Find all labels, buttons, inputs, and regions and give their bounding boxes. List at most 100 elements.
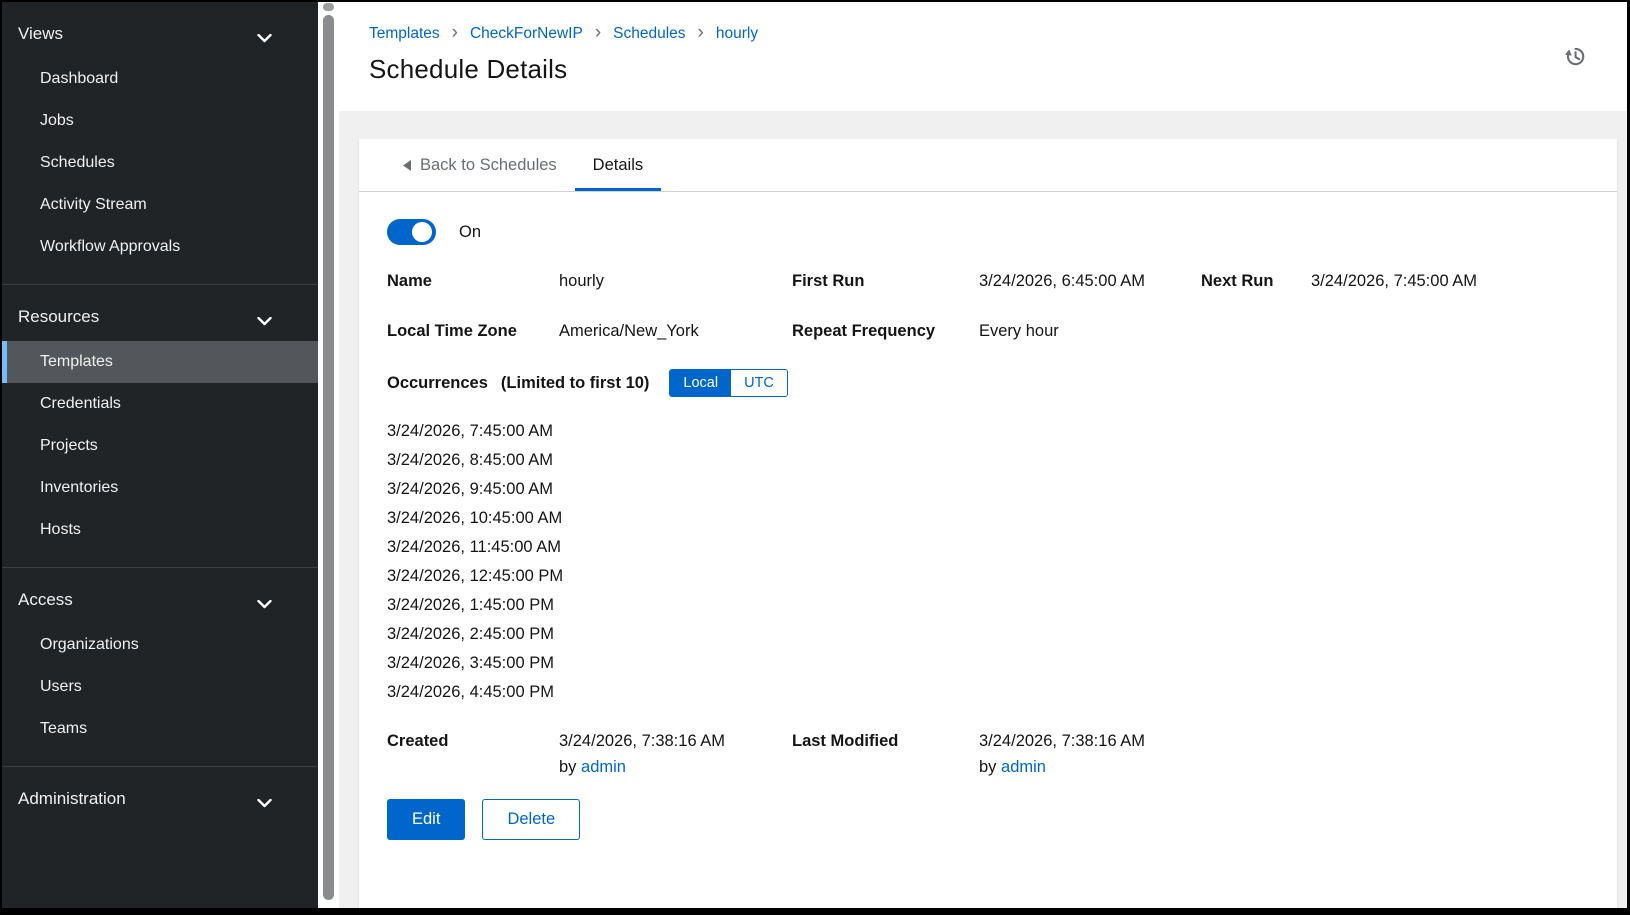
repeat-frequency-value: Every hour	[979, 322, 1589, 341]
nav-group-views-label: Views	[18, 24, 63, 43]
occurrences-label: Occurrences	[387, 374, 488, 393]
chevron-down-icon	[257, 28, 272, 48]
nav-section-resources: Resources Templates Credentials Projects…	[2, 285, 318, 568]
occurrence-item: 3/24/2026, 9:45:00 AM	[387, 475, 1589, 504]
nav-group-views[interactable]: Views	[2, 8, 318, 58]
nav-group-administration[interactable]: Administration	[2, 773, 318, 823]
page-title: Schedule Details	[369, 54, 1603, 85]
nav-group-administration-label: Administration	[18, 789, 126, 808]
next-run-label: Next Run	[1201, 272, 1311, 291]
breadcrumb: Templates › CheckForNewIP › Schedules › …	[369, 24, 1603, 43]
tab-details[interactable]: Details	[575, 139, 661, 191]
occurrence-item: 3/24/2026, 7:45:00 AM	[387, 417, 1589, 446]
nav-section-administration: Administration	[2, 767, 318, 839]
last-modified-datetime: 3/24/2026, 7:38:16 AM	[979, 732, 1145, 750]
sidebar-item-organizations[interactable]: Organizations	[2, 624, 318, 666]
sidebar-item-projects[interactable]: Projects	[2, 425, 318, 467]
history-icon[interactable]	[1563, 44, 1587, 68]
app-window: Views Dashboard Jobs Schedules Activity …	[2, 2, 1627, 908]
occurrence-item: 3/24/2026, 3:45:00 PM	[387, 649, 1589, 678]
local-time-button[interactable]: Local	[670, 370, 731, 396]
details-grid: Name hourly First Run 3/24/2026, 6:45:00…	[387, 272, 1589, 341]
scrollbar-top-nub[interactable]	[323, 3, 334, 11]
occurrences-list: 3/24/2026, 7:45:00 AM 3/24/2026, 8:45:00…	[387, 417, 1589, 707]
sidebar-item-workflow-approvals[interactable]: Workflow Approvals	[2, 226, 318, 268]
chevron-down-icon	[257, 594, 272, 614]
nav-group-access-label: Access	[18, 590, 73, 609]
sidebar-item-jobs[interactable]: Jobs	[2, 100, 318, 142]
page-body: Back to Schedules Details On Name	[339, 111, 1627, 908]
breadcrumb-link-schedules[interactable]: Schedules	[613, 25, 685, 43]
utc-time-button[interactable]: UTC	[731, 370, 787, 396]
schedule-enabled-toggle[interactable]	[387, 219, 436, 245]
details-content: On Name hourly First Run 3/24/2026, 6:45…	[359, 192, 1617, 867]
sidebar-item-teams[interactable]: Teams	[2, 708, 318, 750]
tab-back-label: Back to Schedules	[420, 156, 557, 175]
last-modified-by-label: by	[979, 758, 996, 776]
first-run-label: First Run	[792, 272, 979, 291]
next-run-value: 3/24/2026, 7:45:00 AM	[1311, 272, 1589, 291]
tab-details-label: Details	[593, 156, 643, 175]
schedule-enabled-row: On	[387, 219, 1589, 245]
occurrence-item: 3/24/2026, 8:45:00 AM	[387, 446, 1589, 475]
chevron-down-icon	[257, 793, 272, 813]
breadcrumb-link-checkfornewip[interactable]: CheckForNewIP	[470, 25, 583, 43]
sidebar-item-activity-stream[interactable]: Activity Stream	[2, 184, 318, 226]
sidebar-item-dashboard[interactable]: Dashboard	[2, 58, 318, 100]
action-buttons: Edit Delete	[387, 799, 1589, 840]
toggle-state-label: On	[459, 223, 481, 242]
breadcrumb-separator-icon: ›	[698, 23, 704, 42]
main-area: Templates › CheckForNewIP › Schedules › …	[339, 2, 1627, 908]
first-run-value: 3/24/2026, 6:45:00 AM	[979, 272, 1201, 291]
occurrence-item: 3/24/2026, 4:45:00 PM	[387, 678, 1589, 707]
local-time-zone-label: Local Time Zone	[387, 322, 559, 341]
timezone-toggle-group: Local UTC	[669, 369, 787, 397]
created-label: Created	[387, 732, 559, 777]
page-header: Templates › CheckForNewIP › Schedules › …	[339, 2, 1627, 111]
meta-grid: Created 3/24/2026, 7:38:16 AM by admin L…	[387, 732, 1589, 777]
last-modified-value: 3/24/2026, 7:38:16 AM by admin	[979, 732, 1589, 777]
occurrence-item: 3/24/2026, 11:45:00 AM	[387, 533, 1589, 562]
occurrence-item: 3/24/2026, 10:45:00 AM	[387, 504, 1589, 533]
occurrence-item: 3/24/2026, 12:45:00 PM	[387, 562, 1589, 591]
nav-group-resources-label: Resources	[18, 307, 99, 326]
occurrence-item: 3/24/2026, 2:45:00 PM	[387, 620, 1589, 649]
breadcrumb-link-templates[interactable]: Templates	[369, 25, 440, 43]
sidebar-nav: Views Dashboard Jobs Schedules Activity …	[2, 2, 318, 908]
created-by-user-link[interactable]: admin	[581, 758, 626, 776]
created-value: 3/24/2026, 7:38:16 AM by admin	[559, 732, 792, 777]
sidebar-item-hosts[interactable]: Hosts	[2, 509, 318, 551]
tab-bar: Back to Schedules Details	[359, 139, 1617, 192]
vertical-scrollbar[interactable]	[318, 2, 339, 908]
occurrences-note: (Limited to first 10)	[501, 374, 650, 393]
breadcrumb-separator-icon: ›	[595, 23, 601, 42]
occurrence-item: 3/24/2026, 1:45:00 PM	[387, 591, 1589, 620]
breadcrumb-link-hourly[interactable]: hourly	[716, 25, 758, 43]
sidebar-item-templates[interactable]: Templates	[2, 341, 318, 383]
name-value: hourly	[559, 272, 792, 291]
local-time-zone-value: America/New_York	[559, 322, 792, 341]
nav-section-access: Access Organizations Users Teams	[2, 568, 318, 767]
toggle-knob	[412, 222, 432, 242]
schedule-details-card: Back to Schedules Details On Name	[359, 139, 1617, 908]
name-label: Name	[387, 272, 559, 291]
created-by-label: by	[559, 758, 576, 776]
nav-section-views: Views Dashboard Jobs Schedules Activity …	[2, 2, 318, 285]
last-modified-label: Last Modified	[792, 732, 979, 777]
sidebar-item-schedules[interactable]: Schedules	[2, 142, 318, 184]
repeat-frequency-label: Repeat Frequency	[792, 322, 979, 341]
nav-group-access[interactable]: Access	[2, 574, 318, 624]
nav-group-resources[interactable]: Resources	[2, 291, 318, 341]
breadcrumb-separator-icon: ›	[452, 23, 458, 42]
sidebar-item-credentials[interactable]: Credentials	[2, 383, 318, 425]
sidebar-item-users[interactable]: Users	[2, 666, 318, 708]
edit-button[interactable]: Edit	[387, 799, 465, 840]
chevron-down-icon	[257, 311, 272, 331]
occurrences-header: Occurrences (Limited to first 10) Local …	[387, 369, 1589, 397]
tab-back-to-schedules[interactable]: Back to Schedules	[385, 139, 575, 191]
last-modified-by-user-link[interactable]: admin	[1001, 758, 1046, 776]
scrollbar-thumb[interactable]	[323, 15, 334, 900]
sidebar-item-inventories[interactable]: Inventories	[2, 467, 318, 509]
arrow-left-icon	[403, 160, 411, 171]
delete-button[interactable]: Delete	[482, 799, 580, 840]
